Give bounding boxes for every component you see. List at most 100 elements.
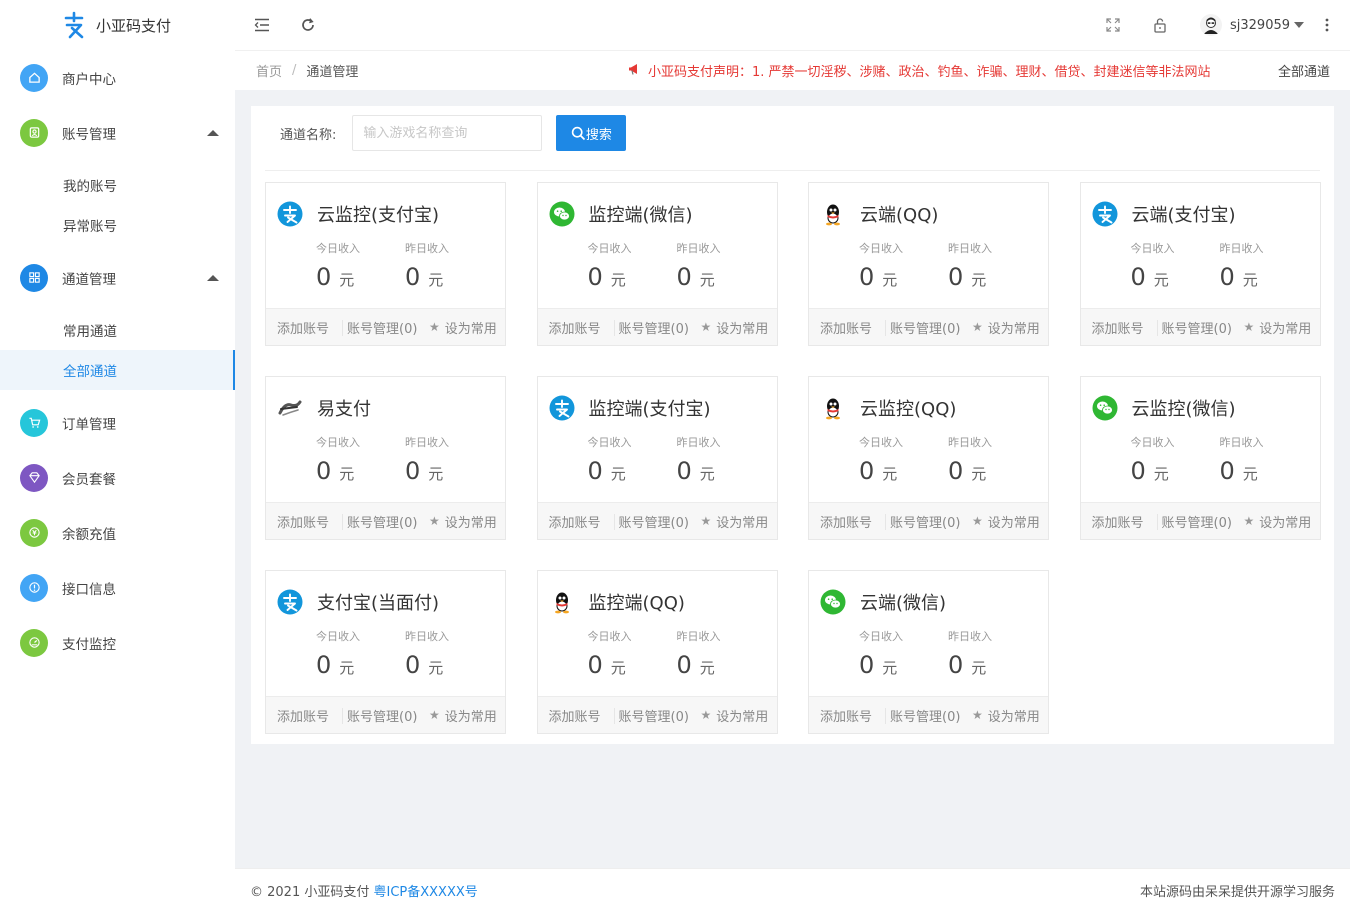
add-account-button[interactable]: 添加账号 [820, 706, 872, 725]
yesterday-income-value: 0 [1219, 263, 1235, 291]
add-account-button[interactable]: 添加账号 [549, 318, 601, 337]
wechat-logo-icon [820, 589, 846, 615]
all-channels-link[interactable]: 全部通道 [1278, 61, 1330, 80]
currency-unit: 元 [428, 659, 444, 677]
chevron-up-icon [207, 129, 219, 136]
manage-accounts-button[interactable]: 账号管理(0) [347, 706, 417, 725]
add-account-button[interactable]: 添加账号 [820, 512, 872, 531]
channel-card-header: 云端(微信) [820, 588, 946, 616]
set-favorite-button[interactable]: ★ 设为常用 [1244, 318, 1312, 337]
refresh-icon[interactable] [296, 13, 320, 37]
sidebar-subitem-my-accounts[interactable]: 我的账号 [0, 165, 235, 205]
yesterday-income: 昨日收入 0 元 [405, 434, 449, 485]
topbar: sj329059 [235, 0, 1350, 50]
manage-accounts-button[interactable]: 账号管理(0) [347, 318, 417, 337]
today-income-label: 今日收入 [587, 242, 632, 255]
sidebar-item-order-management[interactable]: 订单管理 [0, 395, 235, 450]
channel-card: 云端(微信) 今日收入 0 元 昨日收入 0 元 添加账号 账号管理(0) ★ … [808, 570, 1049, 734]
sidebar-item-label: 支付监控 [62, 636, 116, 653]
manage-accounts-button[interactable]: 账号管理(0) [347, 512, 417, 531]
manage-accounts-button[interactable]: 账号管理(0) [619, 318, 689, 337]
channel-name: 易支付 [317, 399, 371, 420]
channel-card-header: 云监控(QQ) [820, 394, 956, 422]
menu-fold-icon[interactable] [250, 13, 274, 37]
notice-marquee: 小亚码支付声明：1. 严禁一切淫秽、涉赌、政治、钓鱼、诈骗、理财、借贷、封建迷信… [628, 61, 1258, 80]
divider [265, 170, 1320, 171]
set-favorite-button[interactable]: ★ 设为常用 [972, 318, 1040, 337]
channel-name: 云监控(微信) [1131, 399, 1236, 420]
add-account-button[interactable]: 添加账号 [1092, 318, 1144, 337]
user-menu[interactable]: sj329059 [1200, 13, 1305, 37]
sidebar-subitem-all-channels[interactable]: 全部通道 [0, 350, 235, 390]
set-favorite-button[interactable]: ★ 设为常用 [1244, 512, 1312, 531]
set-favorite-label: 设为常用 [987, 515, 1040, 531]
manage-accounts-button[interactable]: 账号管理(0) [1162, 512, 1232, 531]
user-icon [20, 118, 48, 147]
sidebar-subitem-abnormal-accounts[interactable]: 异常账号 [0, 205, 235, 245]
manage-accounts-button[interactable]: 账号管理(0) [619, 512, 689, 531]
star-icon: ★ [700, 514, 712, 528]
currency-unit: 元 [610, 465, 626, 483]
manage-accounts-button[interactable]: 账号管理(0) [890, 706, 960, 725]
sidebar-subitem-common-channels[interactable]: 常用通道 [0, 310, 235, 350]
divider [885, 708, 886, 724]
currency-unit: 元 [971, 271, 987, 289]
lock-icon[interactable] [1148, 13, 1172, 37]
sidebar-item-api-info[interactable]: 接口信息 [0, 560, 235, 615]
today-income-value: 0 [859, 457, 875, 485]
today-income-value: 0 [316, 457, 332, 485]
channel-card-actions: 添加账号 账号管理(0) ★ 设为常用 [266, 696, 505, 733]
info-icon [20, 573, 48, 602]
add-account-button[interactable]: 添加账号 [549, 706, 601, 725]
sidebar-item-balance-recharge[interactable]: 余额充值 [0, 505, 235, 560]
add-account-button[interactable]: 添加账号 [1092, 512, 1144, 531]
add-account-button[interactable]: 添加账号 [277, 706, 329, 725]
star-icon: ★ [429, 320, 440, 334]
today-income-label: 今日收入 [316, 630, 360, 643]
today-income: 今日收入 0 元 [316, 628, 360, 679]
icp-link[interactable]: 粤ICP备XXXXX号 [374, 885, 478, 900]
fullscreen-icon[interactable] [1101, 13, 1125, 37]
channel-card-actions: 添加账号 账号管理(0) ★ 设为常用 [537, 308, 777, 345]
set-favorite-button[interactable]: ★ 设为常用 [972, 512, 1040, 531]
divider [342, 320, 343, 336]
add-account-button[interactable]: 添加账号 [277, 512, 329, 531]
sidebar-item-member-plans[interactable]: 会员套餐 [0, 450, 235, 505]
divider [342, 514, 343, 530]
channel-name: 监控端(QQ) [588, 593, 685, 614]
set-favorite-button[interactable]: ★ 设为常用 [701, 706, 769, 725]
manage-accounts-button[interactable]: 账号管理(0) [890, 512, 960, 531]
sidebar-item-merchant-center[interactable]: 商户中心 [0, 50, 235, 105]
more-icon[interactable] [1315, 13, 1339, 37]
breadcrumb-home[interactable]: 首页 [256, 61, 282, 80]
star-icon: ★ [972, 320, 983, 334]
set-favorite-button[interactable]: ★ 设为常用 [429, 512, 497, 531]
sidebar-item-payment-monitor[interactable]: 支付监控 [0, 615, 235, 670]
search-button[interactable]: 搜索 [556, 115, 627, 151]
add-account-button[interactable]: 添加账号 [277, 318, 329, 337]
alipay-logo-icon [549, 395, 575, 421]
add-account-button[interactable]: 添加账号 [820, 318, 872, 337]
sidebar-item-account-management[interactable]: 账号管理 [0, 105, 235, 160]
today-income: 今日收入 0 元 [316, 240, 360, 291]
manage-accounts-button[interactable]: 账号管理(0) [890, 318, 960, 337]
set-favorite-button[interactable]: ★ 设为常用 [972, 706, 1040, 725]
set-favorite-button[interactable]: ★ 设为常用 [701, 512, 769, 531]
footer: © 2021 小亚码支付 粤ICP备XXXXX号 本站源码由呆呆提供开源学习服务 [235, 868, 1350, 912]
add-account-button[interactable]: 添加账号 [549, 512, 601, 531]
set-favorite-label: 设为常用 [444, 709, 497, 725]
brand-logo[interactable]: 小亚码支付 [0, 0, 235, 50]
today-income-value: 0 [1130, 457, 1146, 485]
manage-accounts-button[interactable]: 账号管理(0) [1162, 318, 1232, 337]
today-income-label: 今日收入 [587, 436, 632, 449]
yesterday-income-label: 昨日收入 [1219, 436, 1264, 449]
yesterday-income-label: 昨日收入 [1219, 242, 1264, 255]
set-favorite-button[interactable]: ★ 设为常用 [429, 318, 497, 337]
sidebar-item-channel-management[interactable]: 通道管理 [0, 250, 235, 305]
caret-down-icon [1294, 22, 1305, 28]
set-favorite-button[interactable]: ★ 设为常用 [429, 706, 497, 725]
search-input[interactable] [352, 115, 543, 151]
yesterday-income: 昨日收入 0 元 [948, 628, 992, 679]
manage-accounts-button[interactable]: 账号管理(0) [619, 706, 689, 725]
set-favorite-button[interactable]: ★ 设为常用 [701, 318, 769, 337]
